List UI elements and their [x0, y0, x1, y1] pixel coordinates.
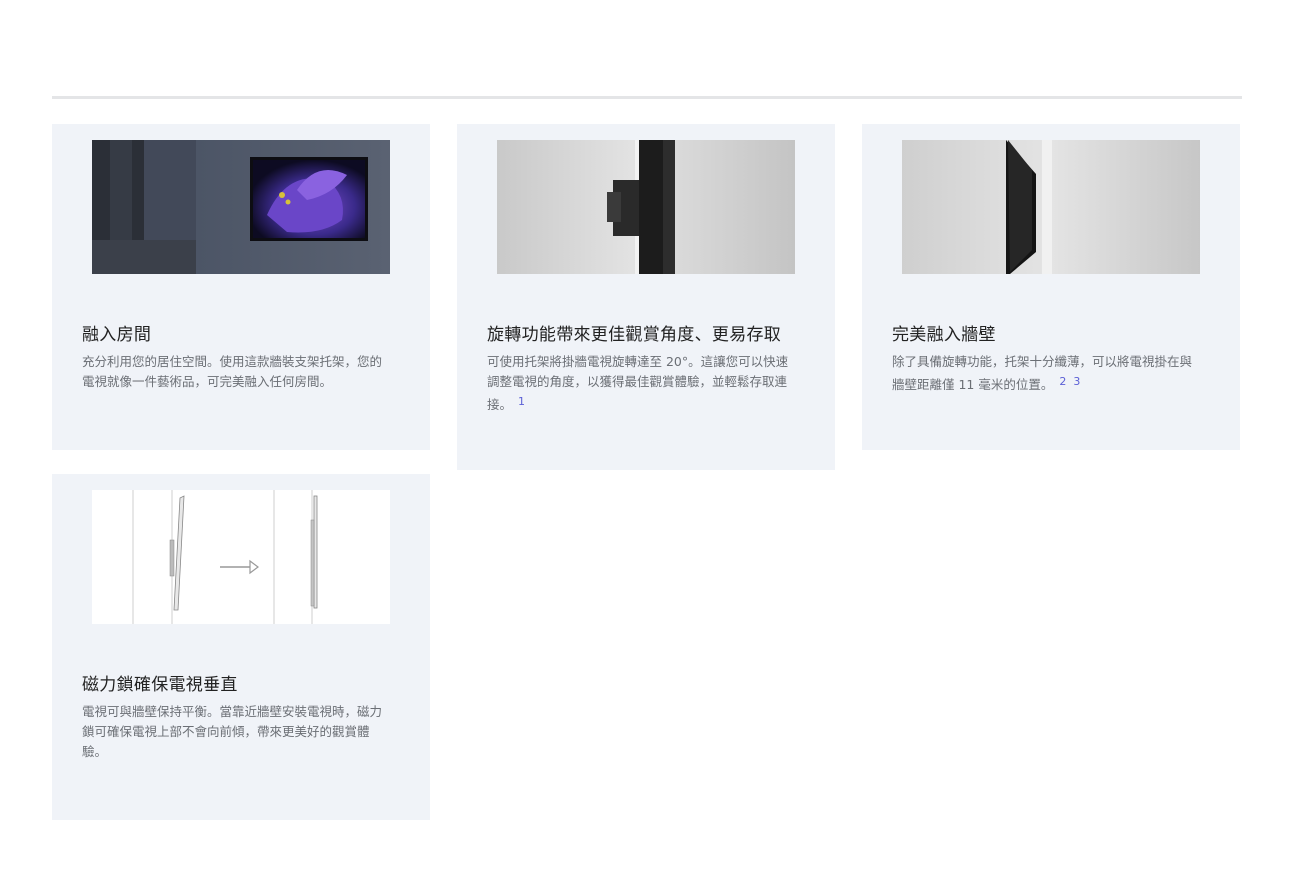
swivel-bracket-image	[497, 140, 795, 274]
feature-description-text: 除了具備旋轉功能，托架十分纖薄，可以將電視掛在與牆壁距離僅 11 毫米的位置。	[892, 354, 1193, 392]
slim-wall-mount-image	[902, 140, 1200, 274]
feature-title: 融入房間	[82, 325, 152, 345]
feature-description: 充分利用您的居住空間。使用這款牆裝支架托架，您的電視就像一件藝術品，可完美融入任…	[82, 352, 384, 392]
feature-description-text: 可使用托架將掛牆電視旋轉達至 20°。這讓您可以快速調整電視的角度，以獲得最佳觀…	[487, 354, 789, 412]
feature-description-text: 電視可與牆壁保持平衡。當靠近牆壁安裝電視時，磁力鎖可確保電視上部不會向前傾，帶來…	[82, 704, 383, 759]
feature-card-swivel: 旋轉功能帶來更佳觀賞角度、更易存取 可使用托架將掛牆電視旋轉達至 20°。這讓您…	[457, 124, 835, 470]
feature-title: 完美融入牆壁	[892, 325, 996, 345]
feature-title: 磁力鎖確保電視垂直	[82, 675, 238, 695]
footnote-link[interactable]: 2 3	[1059, 375, 1080, 388]
feature-description: 電視可與牆壁保持平衡。當靠近牆壁安裝電視時，磁力鎖可確保電視上部不會向前傾，帶來…	[82, 702, 384, 762]
tv-in-room-image	[92, 140, 390, 274]
footnote-link[interactable]: 1	[518, 395, 525, 408]
feature-card-magnetic-lock: 磁力鎖確保電視垂直 電視可與牆壁保持平衡。當靠近牆壁安裝電視時，磁力鎖可確保電視…	[52, 474, 430, 820]
feature-card-slim-wall: 完美融入牆壁 除了具備旋轉功能，托架十分纖薄，可以將電視掛在與牆壁距離僅 11 …	[862, 124, 1240, 450]
section-divider	[52, 96, 1242, 99]
magnetic-lock-diagram-image	[92, 490, 390, 624]
feature-title: 旋轉功能帶來更佳觀賞角度、更易存取	[487, 325, 782, 345]
feature-description-text: 充分利用您的居住空間。使用這款牆裝支架托架，您的電視就像一件藝術品，可完美融入任…	[82, 354, 383, 389]
feature-description: 可使用托架將掛牆電視旋轉達至 20°。這讓您可以快速調整電視的角度，以獲得最佳觀…	[487, 352, 789, 415]
feature-card-blend-room: 融入房間 充分利用您的居住空間。使用這款牆裝支架托架，您的電視就像一件藝術品，可…	[52, 124, 430, 450]
feature-description: 除了具備旋轉功能，托架十分纖薄，可以將電視掛在與牆壁距離僅 11 毫米的位置。 2…	[892, 352, 1194, 395]
